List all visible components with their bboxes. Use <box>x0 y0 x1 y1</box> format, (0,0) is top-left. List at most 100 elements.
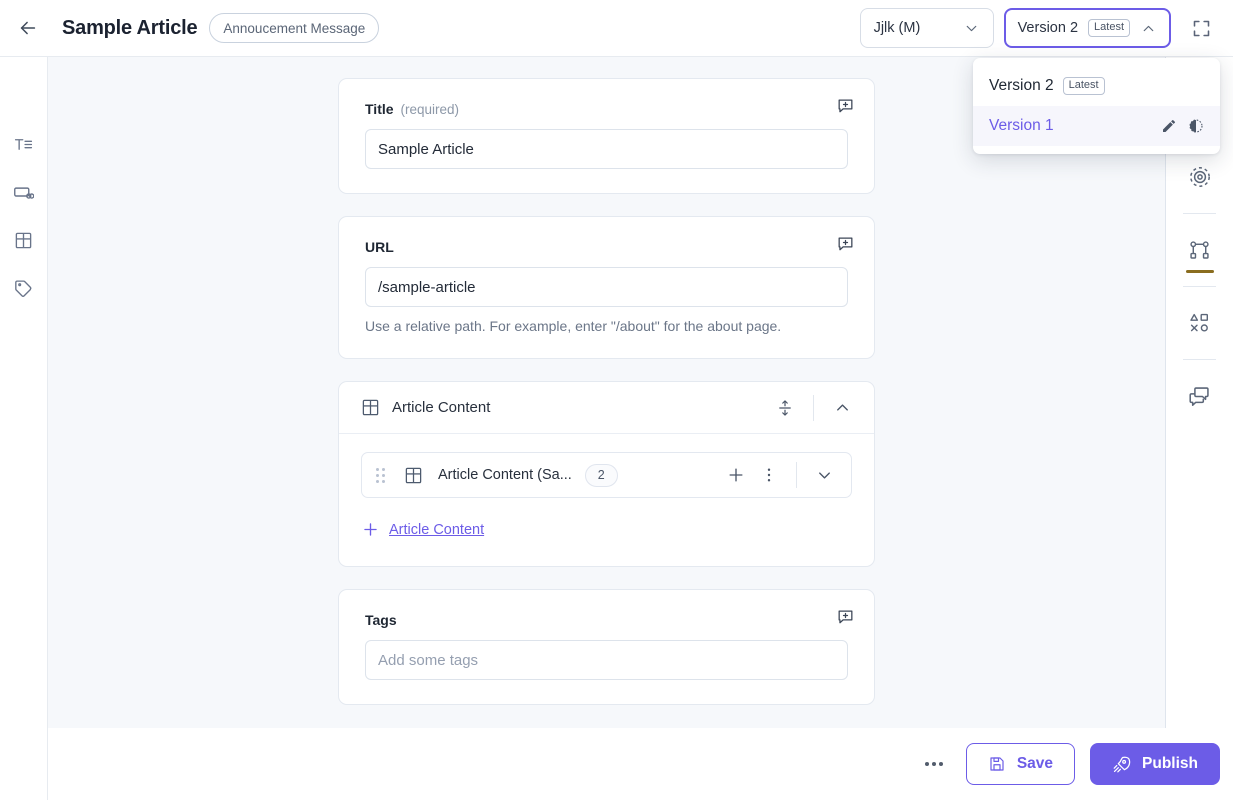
field-cards: Title (required) Sample Article URL /sam… <box>338 78 875 705</box>
tag-icon <box>14 279 33 298</box>
header-actions: Jjlk (M) Version 2 Latest <box>859 8 1233 48</box>
tags-label: Tags <box>365 612 397 628</box>
locale-select-value: Jjlk (M) <box>873 20 921 36</box>
content-type-badge[interactable]: Annoucement Message <box>209 13 380 43</box>
save-disk-icon <box>988 755 1006 773</box>
locale-select[interactable]: Jjlk (M) <box>859 8 994 48</box>
url-input[interactable]: /sample-article <box>365 267 848 307</box>
url-label-row: URL <box>365 239 848 255</box>
publish-button[interactable]: Publish <box>1090 743 1220 785</box>
sidebar-item-title[interactable] <box>9 129 39 159</box>
item-tool-divider <box>796 462 797 488</box>
article-content-title: Article Content <box>392 399 491 416</box>
more-options-button[interactable] <box>917 747 951 781</box>
add-comment-icon[interactable] <box>832 231 858 257</box>
chevron-up-icon <box>833 398 852 417</box>
version-select-value: Version 2 <box>1017 20 1079 36</box>
url-help-text: Use a relative path. For example, enter … <box>365 318 782 334</box>
title-field-body: Title (required) Sample Article <box>339 79 874 193</box>
tags-label-row: Tags <box>365 612 848 628</box>
rail-item-components[interactable] <box>1183 306 1217 340</box>
chevron-down-icon <box>815 466 834 485</box>
right-sidebar <box>1166 57 1233 800</box>
title-label: Title <box>365 101 394 117</box>
node-graph-icon <box>1188 239 1211 262</box>
kebab-menu-icon <box>760 466 778 484</box>
rail-item-relations[interactable] <box>1183 233 1217 273</box>
sidebar-item-tags[interactable] <box>9 273 39 303</box>
sidebar-item-content[interactable] <box>9 225 39 255</box>
version-menu-item-label: Version 2 <box>989 77 1054 94</box>
article-content-tools <box>768 391 859 425</box>
version-menu-latest-chip: Latest <box>1062 77 1105 95</box>
fullscreen-icon <box>1191 18 1212 39</box>
tags-field-card: Tags Add some tags <box>338 589 875 705</box>
fullscreen-button[interactable] <box>1181 8 1221 48</box>
more-horizontal-icon <box>924 762 943 766</box>
save-button[interactable]: Save <box>965 743 1076 785</box>
article-content-section: Article Content Article Content (Sa... 2… <box>338 381 875 567</box>
add-item-button[interactable] <box>719 459 752 492</box>
pencil-icon[interactable] <box>1161 118 1177 134</box>
rail-divider <box>1183 359 1216 360</box>
comments-icon <box>1188 385 1211 408</box>
version-menu-item-2[interactable]: Version 2 Latest <box>973 66 1220 106</box>
grid-content-icon <box>361 398 380 417</box>
item-menu-button[interactable] <box>752 459 785 492</box>
reorder-button[interactable] <box>768 391 802 425</box>
title-field-card: Title (required) Sample Article <box>338 78 875 194</box>
tags-field-body: Tags Add some tags <box>339 590 874 704</box>
title-required-hint: (required) <box>400 102 460 117</box>
add-article-content-label: Article Content <box>389 521 485 538</box>
title-input[interactable]: Sample Article <box>365 129 848 169</box>
chevron-down-icon <box>963 20 980 37</box>
grid-content-icon <box>14 231 33 250</box>
sidebar-item-url[interactable] <box>9 177 39 207</box>
page-title: Sample Article <box>62 16 198 39</box>
back-button[interactable] <box>8 8 48 48</box>
plus-icon <box>726 465 746 485</box>
rail-item-preview[interactable] <box>1183 160 1217 194</box>
rail-divider <box>1183 286 1216 287</box>
tool-divider <box>813 394 814 421</box>
article-content-item-tools <box>719 459 841 492</box>
version-dropdown-menu: Version 2 Latest Version 1 <box>973 58 1220 154</box>
article-content-body: Article Content (Sa... 2 Article Content <box>339 434 874 566</box>
expand-item-button[interactable] <box>808 459 841 492</box>
article-content-item-label: Article Content (Sa... <box>438 467 572 483</box>
chevron-up-icon <box>1140 20 1157 37</box>
version-menu-item-actions <box>1161 118 1204 134</box>
url-field-body: URL /sample-article Use a relative path.… <box>339 217 874 358</box>
app-header: Sample Article Annoucement Message Jjlk … <box>0 0 1233 57</box>
url-field-card: URL /sample-article Use a relative path.… <box>338 216 875 359</box>
left-sidebar <box>0 57 48 800</box>
drag-handle-icon[interactable] <box>376 467 385 483</box>
add-article-content-link[interactable]: Article Content <box>361 520 484 539</box>
bottom-action-bar: Save Publish <box>48 728 1233 800</box>
publish-button-label: Publish <box>1142 755 1198 772</box>
add-comment-icon[interactable] <box>832 604 858 630</box>
version-latest-chip: Latest <box>1088 19 1130 37</box>
version-select[interactable]: Version 2 Latest <box>1003 8 1171 48</box>
arrow-left-icon <box>17 17 39 39</box>
version-menu-item-1[interactable]: Version 1 <box>973 106 1220 146</box>
rail-item-comments[interactable] <box>1183 379 1217 413</box>
article-content-item-count: 2 <box>584 463 618 487</box>
rail-divider <box>1183 213 1216 214</box>
url-label: URL <box>365 239 394 255</box>
contrast-icon[interactable] <box>1188 118 1204 134</box>
tags-input[interactable]: Add some tags <box>365 640 848 680</box>
save-button-label: Save <box>1016 755 1054 772</box>
editor-canvas: Title (required) Sample Article URL /sam… <box>48 57 1166 728</box>
plus-icon <box>361 520 380 539</box>
target-icon <box>1188 165 1212 189</box>
sort-vertical-icon <box>776 399 794 417</box>
article-content-header: Article Content <box>339 382 874 434</box>
url-slug-icon <box>13 182 34 203</box>
article-content-item-row[interactable]: Article Content (Sa... 2 <box>361 452 852 498</box>
add-comment-icon[interactable] <box>832 93 858 119</box>
title-label-row: Title (required) <box>365 101 848 117</box>
grid-content-icon <box>404 466 423 485</box>
collapse-section-button[interactable] <box>825 391 859 425</box>
shapes-icon <box>1188 311 1212 335</box>
